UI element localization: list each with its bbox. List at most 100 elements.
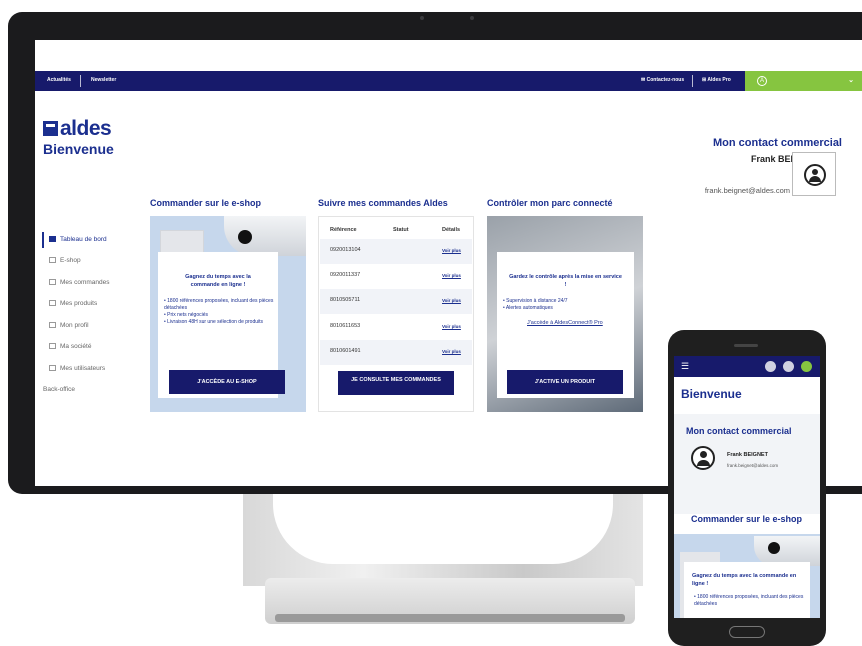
mail-icon[interactable] — [765, 361, 776, 372]
page-title: Bienvenue — [43, 141, 114, 157]
mobile-shop-card: Gagnez du temps avec la commande en lign… — [674, 534, 820, 618]
list-item: 1800 références proposées, incluant des … — [164, 298, 274, 312]
sidebar-item-users[interactable]: Mes utilisateurs — [49, 365, 105, 372]
aldes-logo[interactable]: aldes — [43, 117, 112, 141]
building-icon — [49, 343, 56, 349]
voir-plus-link[interactable]: Voir plus — [442, 349, 461, 354]
column-header: Référence — [330, 227, 357, 233]
list-item: 1800 références proposées, incluant des … — [694, 594, 810, 608]
mobile-page-title: Bienvenue — [681, 387, 742, 401]
mobile-shop-bullets: 1800 références proposées, incluant des … — [694, 594, 810, 608]
mobile-contact-name: Frank BEIGNET — [727, 452, 768, 458]
order-ref: 0920013104 — [330, 247, 361, 253]
contact-email[interactable]: frank.beignet@aldes.com — [705, 186, 790, 195]
order-ref: 8010505711 — [330, 297, 361, 303]
nav-aldes-pro[interactable]: ⊞ Aldes Pro — [702, 77, 731, 83]
voir-plus-link[interactable]: Voir plus — [442, 324, 461, 329]
connected-section-title: Contrôler mon parc connecté — [487, 198, 613, 208]
list-item: Alertes automatiques — [503, 305, 630, 312]
nav-divider — [80, 75, 81, 87]
table-row: 8010505711 Voir plus — [320, 289, 472, 314]
nav-divider — [692, 75, 693, 87]
sidebar-item-eshop[interactable]: E-shop — [49, 257, 81, 264]
sidebar-item-profile[interactable]: Mon profil — [49, 322, 89, 329]
account-avatar[interactable] — [801, 361, 812, 372]
user-icon — [691, 446, 715, 470]
sidebar-label: Ma société — [60, 343, 92, 350]
list-item: Prix nets négociés — [164, 312, 274, 319]
mobile-contact-box: Mon contact commercial Frank BEIGNET fra… — [674, 414, 820, 514]
sidebar-label: Mes produits — [60, 300, 98, 307]
mobile-contact-email[interactable]: frank.beignet@aldes.com — [727, 463, 778, 468]
cart-icon — [49, 257, 56, 263]
sidebar-item-orders[interactable]: Mes commandes — [49, 279, 110, 286]
list-item: Livraison 48H sur une sélection de produ… — [164, 319, 274, 326]
sidebar-item-dashboard[interactable]: Tableau de bord — [49, 236, 107, 243]
eshop-bullets: 1800 références proposées, incluant des … — [164, 298, 274, 326]
product-image — [224, 216, 306, 256]
sidebar-item-company[interactable]: Ma société — [49, 343, 91, 350]
column-header: Détails — [442, 227, 461, 233]
order-ref: 0920011337 — [330, 272, 361, 278]
connected-bullets: Supervision à distance 24/7 Alertes auto… — [503, 298, 630, 312]
table-row: 8010601491 Voir plus — [320, 340, 472, 365]
voir-plus-link[interactable]: Voir plus — [442, 298, 461, 303]
monitor-stand — [243, 494, 643, 586]
voir-plus-link[interactable]: Voir plus — [442, 273, 461, 278]
grid-icon[interactable] — [783, 361, 794, 372]
nav-contact[interactable]: ✉ Contactez-nous — [641, 77, 684, 83]
eshop-headline: Gagnez du temps avec la commande en lign… — [185, 274, 251, 288]
eshop-button[interactable]: J'accède au e-shop — [169, 370, 285, 394]
sidebar-label: Mes utilisateurs — [60, 365, 106, 372]
phone-speaker — [734, 344, 758, 347]
eshop-card: Gagnez du temps avec la commande en lign… — [150, 216, 306, 412]
contact-title: Mon contact commercial — [713, 137, 842, 149]
mobile-top-bar: ☰ — [674, 356, 820, 377]
activate-product-button[interactable]: J'active un produit — [507, 370, 623, 394]
camera-dot — [470, 16, 474, 20]
clipboard-icon — [49, 279, 56, 285]
eshop-section-title: Commander sur le e-shop — [150, 198, 262, 208]
account-menu[interactable]: A ⌄ — [745, 71, 862, 91]
mobile-phone: ☰ Bienvenue Mon contact commercial Frank… — [668, 330, 826, 646]
top-nav-bar: Actualités Newsletter ✉ Contactez-nous ⊞… — [35, 71, 862, 91]
voir-plus-link[interactable]: Voir plus — [442, 248, 461, 253]
sidebar-label: Mes commandes — [60, 279, 110, 286]
nav-newsletter[interactable]: Newsletter — [91, 77, 116, 83]
sidebar-item-products[interactable]: Mes produits — [49, 300, 97, 307]
table-row: 8010611653 Voir plus — [320, 315, 472, 340]
table-row: 0920011337 Voir plus — [320, 264, 472, 289]
contact-avatar — [792, 152, 836, 196]
order-ref: 8010611653 — [330, 323, 361, 329]
user-icon — [49, 322, 56, 328]
list-item: Supervision à distance 24/7 — [503, 298, 630, 305]
connected-headline: Gardez le contrôle après la mise en serv… — [509, 274, 622, 288]
nav-contact-label: Contactez-nous — [646, 77, 685, 83]
active-indicator — [42, 232, 44, 248]
sidebar-label: Back-office — [43, 386, 76, 393]
home-button[interactable] — [729, 626, 765, 638]
mobile-shop-headline: Gagnez du temps avec la commande en lign… — [692, 573, 797, 587]
nav-pro-label: Aldes Pro — [707, 77, 731, 83]
sidebar-item-backoffice[interactable]: Back-office — [43, 386, 75, 393]
users-icon — [49, 365, 56, 371]
mobile-shop-title: Commander sur le e-shop — [691, 514, 803, 524]
mobile-shop-content: Gagnez du temps avec la commande en lign… — [684, 562, 810, 618]
orders-button[interactable]: Je consulte mes commandes — [338, 371, 454, 395]
order-ref: 8010601491 — [330, 348, 361, 354]
list-icon — [49, 300, 56, 306]
logo-mark — [43, 121, 58, 136]
menu-icon[interactable]: ☰ — [681, 361, 689, 372]
orders-section-title: Suivre mes commandes Aldes — [318, 198, 448, 208]
sidebar-label: Mon profil — [60, 322, 89, 329]
monitor-base — [265, 578, 635, 624]
sidebar-label: Tableau de bord — [60, 236, 107, 243]
user-icon — [804, 164, 826, 186]
orders-card: Référence Statut Détails 0920013104 Voir … — [318, 216, 474, 412]
aldesconnect-link[interactable]: J'accède à AldesConnect® Pro — [527, 320, 603, 326]
camera-dot — [420, 16, 424, 20]
nav-actualites[interactable]: Actualités — [47, 77, 71, 83]
mobile-screen: ☰ Bienvenue Mon contact commercial Frank… — [674, 356, 820, 618]
column-header: Statut — [393, 227, 409, 233]
logo-text: aldes — [60, 117, 112, 140]
